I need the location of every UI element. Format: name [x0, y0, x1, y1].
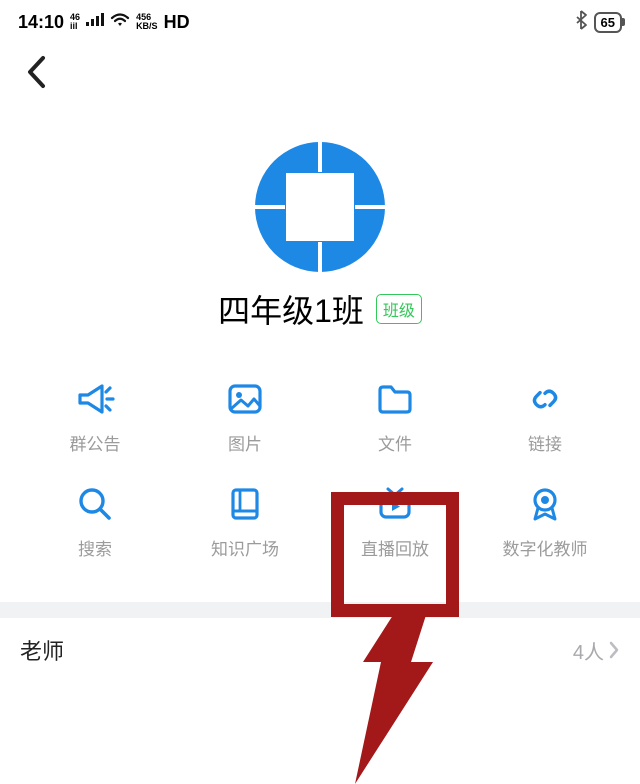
status-left: 14:10 46 iil 456 KB/S HD [18, 12, 190, 33]
class-badge: 班级 [376, 294, 422, 324]
grid-label: 文件 [378, 430, 412, 455]
grid-label: 搜索 [78, 535, 112, 560]
teacher-count-wrap: 4人 [573, 636, 620, 665]
grid-item-search[interactable]: 搜索 [20, 483, 170, 560]
class-avatar[interactable] [255, 142, 385, 272]
megaphone-icon [74, 378, 116, 420]
bluetooth-icon [575, 10, 587, 35]
grid-item-knowledge[interactable]: 知识广场 [170, 483, 320, 560]
grid-item-link[interactable]: 链接 [470, 378, 620, 455]
function-grid: 群公告 图片 文件 链接 搜索 [0, 378, 640, 560]
main-content: 四年级1班 班级 群公告 图片 文件 链接 [0, 100, 640, 682]
medal-icon [524, 483, 566, 525]
chevron-left-icon [25, 54, 47, 90]
battery-indicator: 65 [594, 12, 622, 33]
teacher-label: 老师 [20, 634, 64, 666]
nav-bar [0, 44, 640, 100]
hd-indicator: HD [164, 12, 190, 33]
grid-item-digital-teacher[interactable]: 数字化教师 [470, 483, 620, 560]
network-4g-icon: 46 iil [70, 13, 80, 31]
link-icon [524, 378, 566, 420]
image-icon [224, 378, 266, 420]
status-right: 65 [575, 10, 622, 35]
signal-icon [86, 12, 104, 33]
section-divider [0, 602, 640, 618]
network-speed: 456 KB/S [136, 13, 158, 31]
status-time: 14:10 [18, 12, 64, 33]
tv-play-icon [374, 483, 416, 525]
wifi-icon [110, 12, 130, 33]
back-button[interactable] [16, 52, 56, 92]
grid-label: 群公告 [70, 430, 121, 455]
grid-item-announcement[interactable]: 群公告 [20, 378, 170, 455]
search-icon [74, 483, 116, 525]
folder-icon [374, 378, 416, 420]
teacher-row[interactable]: 老师 4人 [0, 618, 640, 682]
grid-item-live-replay[interactable]: 直播回放 [320, 483, 470, 560]
status-bar: 14:10 46 iil 456 KB/S HD 65 [0, 0, 640, 44]
grid-label: 知识广场 [211, 535, 279, 560]
class-name: 四年级1班 [218, 286, 364, 332]
grid-label: 直播回放 [361, 535, 429, 560]
grid-item-image[interactable]: 图片 [170, 378, 320, 455]
class-title-row: 四年级1班 班级 [218, 286, 422, 332]
grid-item-file[interactable]: 文件 [320, 378, 470, 455]
teacher-count: 4人 [573, 636, 604, 665]
grid-label: 数字化教师 [503, 535, 588, 560]
grid-label: 链接 [528, 430, 562, 455]
grid-label: 图片 [228, 430, 262, 455]
chevron-right-icon [608, 640, 620, 660]
book-icon [224, 483, 266, 525]
